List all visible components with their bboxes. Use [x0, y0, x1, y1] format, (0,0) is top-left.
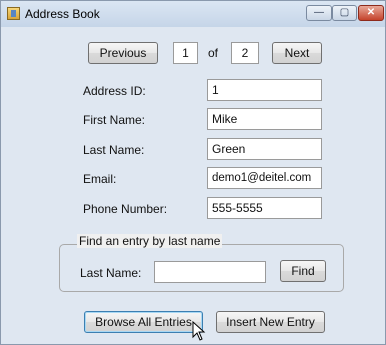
- find-button[interactable]: Find: [280, 260, 326, 282]
- next-button[interactable]: Next: [272, 42, 322, 64]
- minimize-button[interactable]: —: [306, 5, 332, 21]
- phone-number-label: Phone Number:: [83, 202, 168, 216]
- app-icon: [7, 7, 20, 20]
- total-count-field: 2: [231, 42, 259, 64]
- maximize-button[interactable]: ▢: [332, 5, 357, 21]
- phone-number-field[interactable]: 555-5555: [207, 197, 322, 219]
- insert-new-entry-button[interactable]: Insert New Entry: [216, 311, 325, 333]
- first-name-field[interactable]: Mike: [207, 108, 322, 130]
- find-last-name-label: Last Name:: [80, 266, 142, 280]
- find-last-name-input[interactable]: [154, 261, 266, 283]
- last-name-field[interactable]: Green: [207, 138, 322, 160]
- address-id-label: Address ID:: [83, 84, 146, 98]
- current-index-field[interactable]: 1: [173, 42, 198, 64]
- address-id-field[interactable]: 1: [207, 79, 322, 101]
- last-name-label: Last Name:: [83, 143, 145, 157]
- close-button[interactable]: ✕: [358, 5, 384, 21]
- email-label: Email:: [83, 172, 117, 186]
- of-label: of: [208, 46, 219, 60]
- previous-button[interactable]: Previous: [88, 42, 158, 64]
- window-title: Address Book: [25, 7, 100, 21]
- title-bar[interactable]: Address Book — ▢ ✕: [1, 1, 385, 27]
- find-entry-group-title: Find an entry by last name: [77, 234, 223, 248]
- first-name-label: First Name:: [83, 113, 146, 127]
- email-field[interactable]: demo1@deitel.com: [207, 167, 322, 189]
- browse-all-entries-button[interactable]: Browse All Entries: [84, 311, 203, 333]
